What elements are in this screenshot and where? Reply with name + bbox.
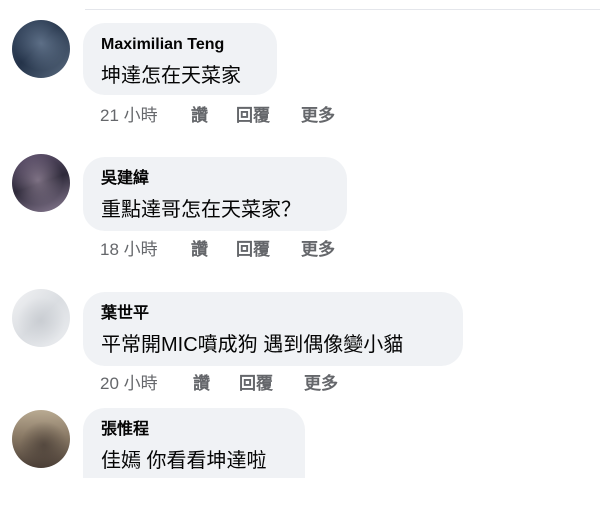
comment-text: 坤達怎在天菜家	[101, 65, 241, 87]
like-button[interactable]: 讚	[193, 373, 210, 395]
comment-author[interactable]: 吳建緯	[101, 169, 329, 189]
comment-timestamp[interactable]: 20 小時	[100, 373, 158, 395]
like-button[interactable]: 讚	[191, 239, 208, 261]
comment-bubble: 吳建緯 重點達哥怎在天菜家？	[83, 157, 347, 231]
avatar[interactable]	[12, 410, 70, 468]
comment-author[interactable]: 葉世平	[101, 304, 445, 324]
top-divider	[85, 9, 600, 10]
comment-actions: 21 小時 讚 回覆 更多	[100, 105, 400, 127]
reply-button[interactable]: 回覆	[239, 373, 273, 395]
reply-button[interactable]: 回覆	[236, 105, 270, 127]
comment-bubble: 張惟程 佳嫣 你看看坤達啦	[83, 408, 305, 478]
comment-timestamp[interactable]: 18 小時	[100, 239, 158, 261]
more-button[interactable]: 更多	[301, 105, 335, 127]
more-button[interactable]: 更多	[304, 373, 338, 395]
avatar[interactable]	[12, 289, 70, 347]
comment-actions: 18 小時 讚 回覆 更多	[100, 239, 400, 261]
comment-actions: 20 小時 讚 回覆 更多	[100, 373, 400, 395]
like-button[interactable]: 讚	[191, 105, 208, 127]
comment-bubble: Maximilian Teng 坤達怎在天菜家	[83, 23, 277, 95]
comment-text: 平常開MIC噴成狗 遇到偶像變小貓	[101, 334, 404, 356]
reply-button[interactable]: 回覆	[236, 239, 270, 261]
comment-bubble: 葉世平 平常開MIC噴成狗 遇到偶像變小貓	[83, 292, 463, 366]
comment-text: 佳嫣 你看看坤達啦	[101, 450, 267, 472]
avatar[interactable]	[12, 20, 70, 78]
comment-author[interactable]: Maximilian Teng	[101, 35, 259, 55]
comment-timestamp[interactable]: 21 小時	[100, 105, 158, 127]
more-button[interactable]: 更多	[301, 239, 335, 261]
comment-author[interactable]: 張惟程	[101, 420, 287, 440]
comment-text: 重點達哥怎在天菜家？	[101, 199, 301, 221]
avatar[interactable]	[12, 154, 70, 212]
